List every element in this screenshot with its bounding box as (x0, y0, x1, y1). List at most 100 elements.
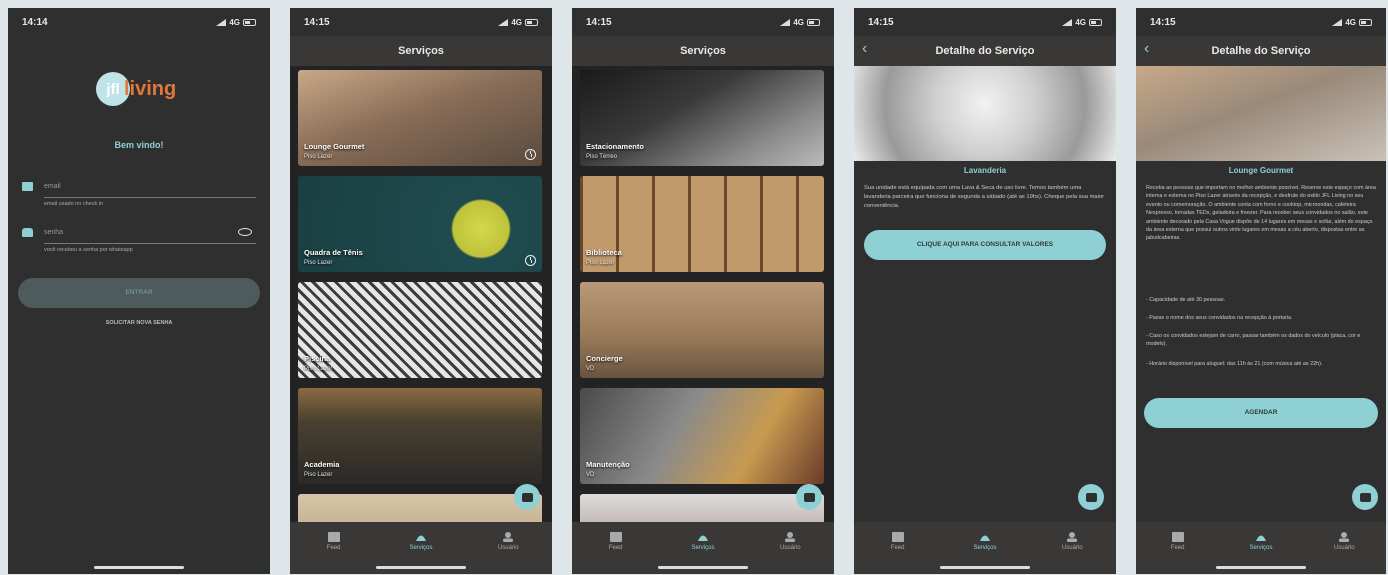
services-screen-1: 14:15 4G Serviços Lounge Gourmet Piso La… (290, 8, 552, 574)
tab-label: Feed (326, 545, 341, 551)
tab-label: Feed (608, 545, 623, 551)
network-label: 4G (511, 17, 522, 27)
email-hint: email usado no check in (44, 201, 104, 207)
tab-label: Serviços (409, 545, 433, 551)
service-card-partial[interactable] (298, 494, 542, 522)
home-indicator (376, 566, 466, 569)
service-name: Lavanderia (963, 166, 1007, 175)
tab-profile[interactable]: Usuário (478, 532, 538, 574)
tab-profile[interactable]: Usuário (1314, 532, 1374, 574)
nav-bar: ‹ Detalhe do Serviço (854, 36, 1116, 66)
tab-profile[interactable]: Usuário (1042, 532, 1102, 574)
tab-label: Usuário (1061, 545, 1083, 551)
network-label: 4G (1075, 17, 1086, 27)
service-card-lounge-gourmet[interactable]: Lounge Gourmet Piso Lazer (298, 70, 542, 166)
services-list: Lounge Gourmet Piso Lazer Quadra de Têni… (290, 66, 552, 522)
tab-feed[interactable]: Feed (586, 532, 646, 574)
tab-label: Feed (1170, 545, 1185, 551)
service-card-parking[interactable]: Estacionamento Piso Térreo (580, 70, 824, 166)
service-card-partial[interactable] (580, 494, 824, 522)
chat-fab[interactable] (514, 484, 540, 510)
card-subtitle: Piso Lazer (304, 472, 333, 478)
lock-icon (22, 228, 33, 237)
card-title: Biblioteca (586, 248, 622, 257)
page-title: Detalhe do Serviço (935, 45, 1035, 57)
bullet-item: - Passe o nome dos seus convidados na re… (1146, 315, 1293, 321)
back-chevron-icon[interactable]: ‹ (862, 40, 867, 58)
page-title: Serviços (398, 45, 444, 57)
battery-icon (1359, 18, 1372, 26)
password-hint: você recebeu a senha por whatsapp (44, 247, 133, 253)
mail-icon (22, 182, 33, 191)
bullet-item: - Capacidade de até 30 pessoas. (1146, 297, 1226, 303)
page-title: Serviços (680, 45, 726, 57)
tab-label: Serviços (973, 545, 997, 551)
tab-profile[interactable]: Usuário (760, 532, 820, 574)
battery-icon (1089, 18, 1102, 26)
card-title: Piscina (304, 354, 331, 363)
tab-feed[interactable]: Feed (304, 532, 364, 574)
email-field[interactable]: email email usado no check in (22, 180, 256, 214)
brand-logo: jfl living (96, 72, 176, 106)
service-card-library[interactable]: Biblioteca Piso Lazer (580, 176, 824, 272)
card-subtitle: Piso Lazer (304, 260, 333, 266)
signal-icon (1332, 18, 1343, 26)
card-title: Concierge (586, 354, 623, 363)
card-title: Quadra de Tênis (304, 248, 363, 257)
service-card-gym[interactable]: Academia Piso Lazer (298, 388, 542, 484)
bell-icon (979, 535, 990, 541)
card-title: Lounge Gourmet (304, 142, 365, 151)
service-card-concierge[interactable]: Concierge VD (580, 282, 824, 378)
password-field[interactable]: senha você recebeu a senha por whatsapp (22, 226, 256, 260)
home-indicator (658, 566, 748, 569)
clock-icon (525, 149, 536, 160)
user-icon (503, 532, 514, 542)
tab-feed[interactable]: Feed (1148, 532, 1208, 574)
tab-label: Usuário (497, 545, 519, 551)
chat-fab[interactable] (796, 484, 822, 510)
request-new-password-link[interactable]: SOLICITAR NOVA SENHA (8, 320, 270, 326)
home-indicator (94, 566, 184, 569)
signal-icon (498, 18, 509, 26)
service-card-tennis-court[interactable]: Quadra de Tênis Piso Lazer (298, 176, 542, 272)
card-title: Academia (304, 460, 340, 469)
signal-icon (780, 18, 791, 26)
chat-fab[interactable] (1352, 484, 1378, 510)
eye-icon[interactable] (238, 228, 252, 236)
services-list: Estacionamento Piso Térreo Biblioteca Pi… (572, 66, 834, 522)
service-card-pool[interactable]: Piscina Piso Lazer (298, 282, 542, 378)
service-name: Lounge Gourmet (1228, 166, 1294, 175)
network-label: 4G (793, 17, 804, 27)
status-bar: 14:15 4G (1136, 8, 1386, 36)
service-description: Sua unidade está equipada com uma Lava &… (864, 185, 1105, 209)
hero-image-lounge (1136, 66, 1386, 161)
card-subtitle: Piso Lazer (586, 260, 615, 266)
status-bar: 14:15 4G (854, 8, 1116, 36)
status-bar: 14:14 4G (8, 8, 270, 36)
login-button[interactable]: ENTRAR (18, 278, 260, 308)
user-icon (1339, 532, 1350, 542)
services-screen-2: 14:15 4G Serviços Estacionamento Piso Té… (572, 8, 834, 574)
login-screen: 14:14 4G jfl living Bem vindo! email ema… (8, 8, 270, 574)
status-bar: 14:15 4G (290, 8, 552, 36)
tab-label: Serviços (691, 545, 715, 551)
card-title: Manutenção (586, 460, 630, 469)
status-time: 14:14 (22, 16, 48, 28)
feed-icon (609, 532, 622, 542)
service-description: Receba as pessoas que importam no melhor… (1146, 185, 1376, 242)
feed-icon (1171, 532, 1184, 542)
status-time: 14:15 (586, 16, 612, 28)
user-icon (1067, 532, 1078, 542)
detail-screen-lounge: 14:15 4G ‹ Detalhe do Serviço Lounge Gou… (1136, 8, 1386, 574)
card-subtitle: Piso Lazer (304, 154, 333, 160)
nav-bar: Serviços (290, 36, 552, 66)
battery-icon (807, 18, 820, 26)
detail-screen-laundry: 14:15 4G ‹ Detalhe do Serviço Lavanderia… (854, 8, 1116, 574)
tab-label: Serviços (1249, 545, 1273, 551)
back-chevron-icon[interactable]: ‹ (1144, 40, 1149, 58)
check-prices-button[interactable]: CLIQUE AQUI PARA CONSULTAR VALORES (864, 230, 1106, 260)
tab-feed[interactable]: Feed (868, 532, 928, 574)
schedule-button[interactable]: AGENDAR (1144, 398, 1378, 428)
chat-fab[interactable] (1078, 484, 1104, 510)
service-card-maintenance[interactable]: Manutenção VD (580, 388, 824, 484)
